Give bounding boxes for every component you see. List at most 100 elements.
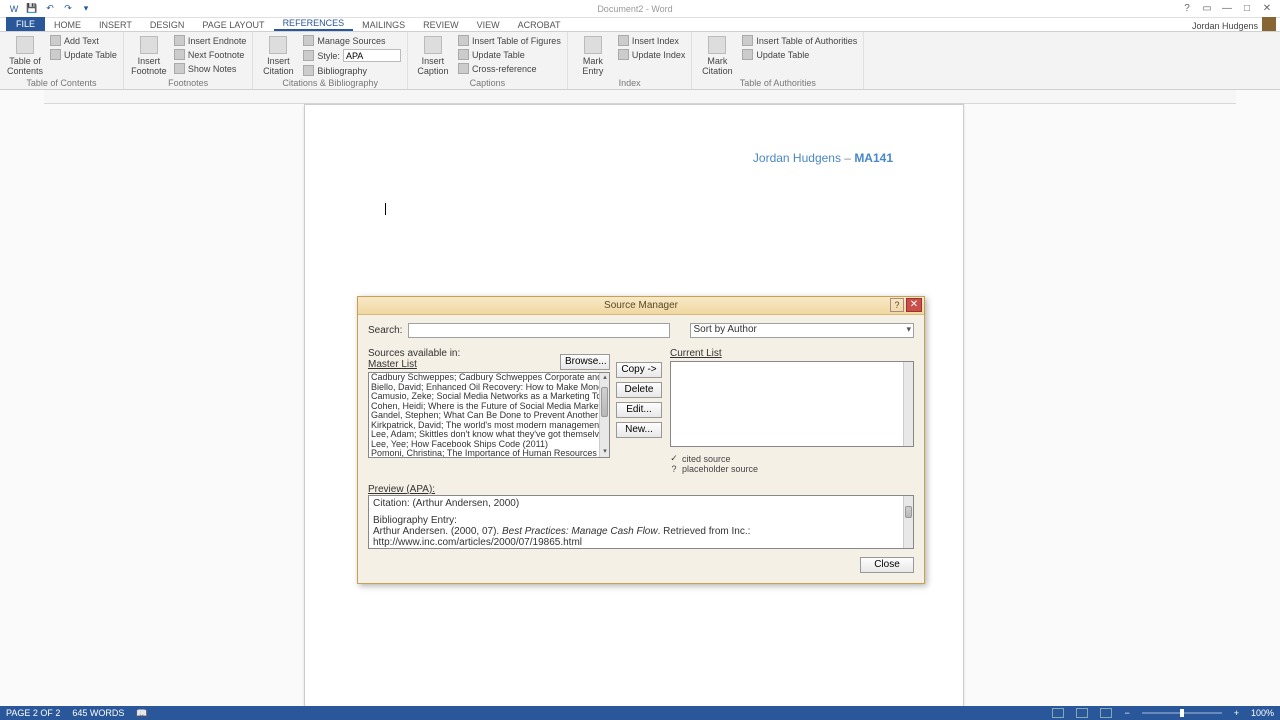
manage-sources-button[interactable]: Manage Sources	[301, 34, 403, 47]
tab-review[interactable]: REVIEW	[414, 19, 468, 31]
list-item[interactable]: Cadbury Schweppes; Cadbury Schweppes Cor…	[369, 373, 599, 383]
update-toc-button[interactable]: Update Table	[48, 48, 119, 61]
tab-view[interactable]: VIEW	[468, 19, 509, 31]
toa-icon	[742, 35, 753, 46]
new-button[interactable]: New...	[616, 422, 662, 438]
tab-mailings[interactable]: MAILINGS	[353, 19, 414, 31]
list-item[interactable]: Camusio, Zeke; Social Media Networks as …	[369, 392, 599, 402]
search-label: Search:	[368, 325, 402, 336]
ribbon: Table of Contents Table of Contents Add …	[0, 32, 1280, 90]
account-name[interactable]: Jordan Hudgens	[1192, 21, 1258, 31]
account-picture[interactable]	[1262, 17, 1276, 31]
cross-reference-button[interactable]: Cross-reference	[456, 62, 563, 75]
list-item[interactable]: Biello, David; Enhanced Oil Recovery: Ho…	[369, 383, 599, 393]
zoom-level[interactable]: 100%	[1251, 708, 1274, 718]
style-input[interactable]	[343, 49, 401, 62]
group-label: Table of Authorities	[696, 78, 859, 89]
zoom-in-button[interactable]: +	[1234, 708, 1239, 718]
dialog-help-icon[interactable]: ?	[890, 298, 904, 312]
tab-references[interactable]: REFERENCES	[274, 17, 354, 31]
tab-page-layout[interactable]: PAGE LAYOUT	[193, 19, 273, 31]
show-notes-icon	[174, 63, 185, 74]
insert-caption-button[interactable]: Insert Caption	[412, 34, 454, 78]
zoom-out-button[interactable]: −	[1124, 708, 1129, 718]
insert-index-icon	[618, 35, 629, 46]
list-item[interactable]: Lee, Adam; Skittles don't know what they…	[369, 430, 599, 440]
list-item[interactable]: Gandel, Stephen; What Can Be Done to Pre…	[369, 411, 599, 421]
mark-citation-button[interactable]: Mark Citation	[696, 34, 738, 78]
close-button[interactable]: Close	[860, 557, 914, 573]
master-list-box[interactable]: Cadbury Schweppes; Cadbury Schweppes Cor…	[368, 372, 610, 458]
table-of-contents-button[interactable]: Table of Contents	[4, 34, 46, 78]
page-indicator[interactable]: PAGE 2 OF 2	[6, 708, 60, 718]
preview-bib-label: Bibliography Entry:	[373, 515, 909, 526]
header-dash: –	[841, 151, 854, 165]
bibliography-button[interactable]: Bibliography	[301, 64, 403, 77]
insert-endnote-button[interactable]: Insert Endnote	[172, 34, 249, 47]
insert-index-button[interactable]: Insert Index	[616, 34, 688, 47]
insert-citation-button[interactable]: Insert Citation	[257, 34, 299, 78]
dialog-close-icon[interactable]: ✕	[906, 298, 922, 312]
update-tof-button[interactable]: Update Table	[456, 48, 563, 61]
list-item[interactable]: Cohen, Heidi; Where is the Future of Soc…	[369, 402, 599, 412]
zoom-slider[interactable]	[1142, 712, 1222, 714]
scroll-thumb[interactable]	[601, 387, 608, 417]
save-icon[interactable]: 💾	[26, 3, 38, 15]
delete-button[interactable]: Delete	[616, 382, 662, 398]
ribbon-tabs: FILE HOME INSERT DESIGN PAGE LAYOUT REFE…	[0, 18, 1280, 32]
print-layout-icon[interactable]	[1076, 708, 1088, 718]
add-text-icon	[50, 35, 61, 46]
ribbon-options-icon[interactable]: ▭	[1198, 2, 1216, 16]
scrollbar[interactable]: ▴ ▾	[599, 373, 609, 457]
insert-toa-button[interactable]: Insert Table of Authorities	[740, 34, 859, 47]
scrollbar[interactable]	[903, 362, 913, 446]
tab-home[interactable]: HOME	[45, 19, 90, 31]
web-layout-icon[interactable]	[1100, 708, 1112, 718]
group-label: Citations & Bibliography	[257, 78, 403, 89]
style-select[interactable]: Style:	[301, 48, 403, 63]
quick-access-toolbar: W 💾 ↶ ↷ ▾	[0, 3, 92, 15]
add-text-button[interactable]: Add Text	[48, 34, 119, 47]
tab-design[interactable]: DESIGN	[141, 19, 194, 31]
update-icon	[742, 49, 753, 60]
scroll-up-icon[interactable]: ▴	[600, 373, 610, 383]
maximize-icon[interactable]: □	[1238, 2, 1256, 16]
list-item[interactable]: Kirkpatrick, David; The world's most mod…	[369, 421, 599, 431]
list-item[interactable]: Lee, Yee; How Facebook Ships Code (2011)	[369, 440, 599, 450]
browse-button[interactable]: Browse...	[560, 354, 610, 370]
undo-icon[interactable]: ↶	[44, 3, 56, 15]
update-icon	[458, 49, 469, 60]
tab-insert[interactable]: INSERT	[90, 19, 141, 31]
tab-file[interactable]: FILE	[6, 17, 45, 31]
help-icon[interactable]: ?	[1178, 2, 1196, 16]
next-footnote-button[interactable]: Next Footnote	[172, 48, 249, 61]
horizontal-ruler[interactable]	[44, 90, 1236, 104]
tab-acrobat[interactable]: ACROBAT	[509, 19, 570, 31]
update-index-button[interactable]: Update Index	[616, 48, 688, 61]
minimize-icon[interactable]: —	[1218, 2, 1236, 16]
search-input[interactable]	[408, 323, 670, 338]
read-mode-icon[interactable]	[1052, 708, 1064, 718]
update-toa-button[interactable]: Update Table	[740, 48, 859, 61]
word-count[interactable]: 645 WORDS	[72, 708, 124, 718]
close-icon[interactable]: ✕	[1258, 2, 1276, 16]
insert-tof-button[interactable]: Insert Table of Figures	[456, 34, 563, 47]
dialog-title-bar[interactable]: Source Manager ? ✕	[358, 297, 924, 315]
redo-icon[interactable]: ↷	[62, 3, 74, 15]
qat-dropdown-icon[interactable]: ▾	[80, 3, 92, 15]
scroll-down-icon[interactable]: ▾	[600, 447, 610, 457]
show-notes-button[interactable]: Show Notes	[172, 62, 249, 75]
scroll-thumb[interactable]	[905, 506, 912, 518]
bibliography-icon	[303, 65, 314, 76]
mark-entry-button[interactable]: Mark Entry	[572, 34, 614, 78]
endnote-icon	[174, 35, 185, 46]
copy-button[interactable]: Copy ->	[616, 362, 662, 378]
current-list-box[interactable]	[670, 361, 914, 447]
scrollbar[interactable]	[903, 496, 913, 548]
sort-dropdown[interactable]: Sort by Author	[690, 323, 914, 338]
document-area: Jordan Hudgens – MA141 Source Manager ? …	[0, 90, 1280, 706]
insert-footnote-button[interactable]: Insert Footnote	[128, 34, 170, 78]
edit-button[interactable]: Edit...	[616, 402, 662, 418]
spellcheck-icon[interactable]: 📖	[136, 708, 147, 719]
list-item[interactable]: Pomoni, Christina; The Importance of Hum…	[369, 449, 599, 458]
